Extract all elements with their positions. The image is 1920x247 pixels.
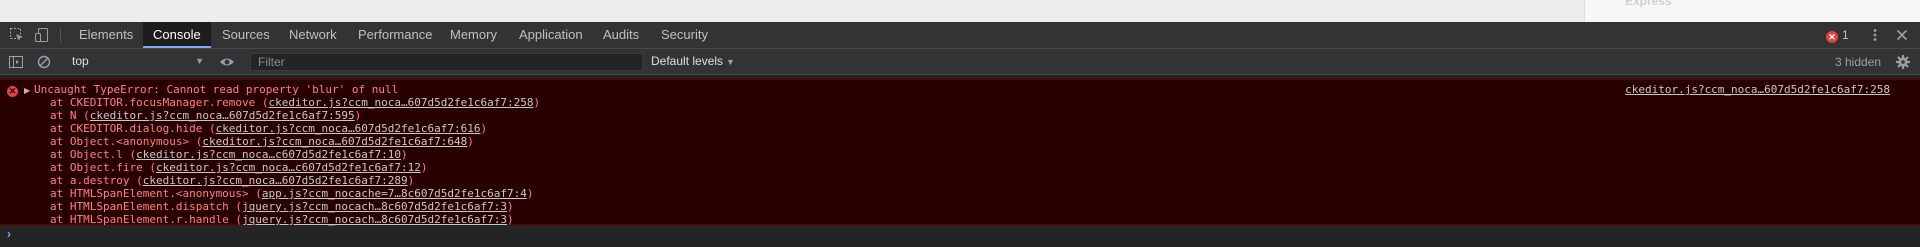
tab-sources[interactable]: Sources	[212, 22, 280, 48]
tab-audits[interactable]: Audits	[593, 22, 649, 48]
context-selector[interactable]: top ▼	[66, 52, 204, 71]
tab-security[interactable]: Security	[651, 22, 718, 48]
stack-frame: at N (ckeditor.js?ccm_noca…607d5d2fe1c6a…	[50, 109, 540, 122]
tab-elements[interactable]: Elements	[69, 22, 143, 48]
stack-frame-function: at HTMLSpanElement.<anonymous> (	[50, 187, 262, 200]
console-input[interactable]	[22, 226, 1902, 242]
console-toolbar: top ▼ Default levels▼ 3 hidden	[0, 49, 1920, 75]
stack-frame-link[interactable]: ckeditor.js?ccm_noca…607d5d2fe1c6af7:648	[202, 135, 467, 148]
stack-frame: at a.destroy (ckeditor.js?ccm_noca…607d5…	[50, 174, 540, 187]
page-behind-devtools: Express	[0, 0, 1920, 22]
stack-frame-function: at CKEDITOR.dialog.hide (	[50, 122, 216, 135]
stack-frame-function: at HTMLSpanElement.dispatch (	[50, 200, 243, 213]
error-message-text: Uncaught TypeError: Cannot read property…	[34, 83, 399, 96]
stack-frame-link[interactable]: ckeditor.js?ccm_noca…607d5d2fe1c6af7:616	[216, 122, 481, 135]
expand-triangle-icon[interactable]: ▶	[24, 84, 30, 97]
console-error-message: ✕ ▶ Uncaught TypeError: Cannot read prop…	[0, 79, 1920, 226]
error-count-badge[interactable]: ✕ 1	[1826, 28, 1849, 43]
stack-frame-function: at Object.l (	[50, 148, 137, 161]
stack-frame-function: at CKEDITOR.focusManager.remove (	[50, 96, 269, 109]
stack-frame: at HTMLSpanElement.dispatch (jquery.js?c…	[50, 200, 540, 213]
error-count-value: 1	[1842, 28, 1849, 42]
tab-network[interactable]: Network	[279, 22, 347, 48]
error-icon: ✕	[7, 86, 18, 97]
stack-frame-function: at Object.<anonymous> (	[50, 135, 203, 148]
stack-frame-function: at HTMLSpanElement.r.handle (	[50, 213, 243, 226]
stack-frame-link[interactable]: ckeditor.js?ccm_noca…607d5d2fe1c6af7:289	[143, 174, 408, 187]
hidden-messages-count: 3 hidden	[1835, 55, 1882, 69]
clear-console-icon[interactable]	[36, 54, 52, 70]
error-source-link[interactable]: ckeditor.js?ccm_noca…607d5d2fe1c6af7:258	[1625, 83, 1890, 96]
device-toolbar-icon[interactable]	[34, 27, 50, 43]
stack-frame: at Object.l (ckeditor.js?ccm_noca…c607d5…	[50, 148, 540, 161]
tab-memory[interactable]: Memory	[440, 22, 507, 48]
stack-frame: at CKEDITOR.focusManager.remove (ckedito…	[50, 96, 540, 109]
stack-frame: at HTMLSpanElement.<anonymous> (app.js?c…	[50, 187, 540, 200]
kebab-menu-icon[interactable]	[1867, 27, 1883, 43]
stack-frame-end: )	[467, 135, 474, 148]
stack-frame-end: )	[506, 200, 514, 213]
stack-frame-end: )	[407, 174, 415, 187]
stack-frame-link[interactable]: jquery.js?ccm_nocach…8c607d5d2fe1c6af7:3	[242, 213, 507, 226]
chevron-down-icon: ▼	[195, 56, 204, 66]
stack-frame-end: )	[354, 109, 362, 122]
error-icon: ✕	[1826, 31, 1838, 43]
stack-frame-end: )	[420, 161, 428, 174]
stack-frame-function: at a.destroy (	[50, 174, 143, 187]
close-icon[interactable]	[1894, 27, 1910, 43]
live-expression-eye-icon[interactable]	[219, 54, 235, 70]
stack-frame-link[interactable]: ckeditor.js?ccm_noca…c607d5d2fe1c6af7:12	[156, 161, 421, 174]
log-levels-label: Default levels	[651, 54, 724, 68]
stack-frame: at HTMLSpanElement.r.handle (jquery.js?c…	[50, 213, 540, 226]
console-prompt-chevron-icon: ›	[7, 227, 11, 241]
tab-application[interactable]: Application	[509, 22, 593, 48]
stack-trace: at CKEDITOR.focusManager.remove (ckedito…	[50, 96, 540, 226]
stack-frame-link[interactable]: jquery.js?ccm_nocach…8c607d5d2fe1c6af7:3	[242, 200, 507, 213]
console-output: ✕ ▶ Uncaught TypeError: Cannot read prop…	[0, 75, 1920, 247]
chevron-down-icon: ▼	[726, 57, 735, 67]
tab-performance[interactable]: Performance	[348, 22, 442, 48]
toolbar-divider	[60, 28, 61, 43]
stack-frame-end: )	[401, 148, 408, 161]
stack-frame-link[interactable]: ckeditor.js?ccm_noca…607d5d2fe1c6af7:258	[269, 96, 534, 109]
stack-frame-link[interactable]: ckeditor.js?ccm_noca…c607d5d2fe1c6af7:10	[136, 148, 401, 161]
context-value: top	[72, 54, 89, 68]
show-sidebar-icon[interactable]	[8, 54, 24, 70]
stack-frame-function: at N (	[50, 109, 90, 122]
log-levels-dropdown[interactable]: Default levels ▼	[651, 53, 735, 71]
stack-frame: at Object.<anonymous> (ckeditor.js?ccm_n…	[50, 135, 540, 148]
stack-frame-link[interactable]: ckeditor.js?ccm_noca…607d5d2fe1c6af7:595	[90, 109, 355, 122]
stack-frame: at CKEDITOR.dialog.hide (ckeditor.js?ccm…	[50, 122, 540, 135]
stack-frame-end: )	[526, 187, 534, 200]
filter-input[interactable]	[250, 53, 643, 71]
tab-console[interactable]: Console	[143, 22, 211, 48]
stack-frame-end: )	[480, 122, 488, 135]
stack-frame-function: at Object.fire (	[50, 161, 156, 174]
stack-frame-end: )	[533, 96, 541, 109]
stack-frame: at Object.fire (ckeditor.js?ccm_noca…c60…	[50, 161, 540, 174]
settings-gear-icon[interactable]	[1895, 54, 1911, 70]
inspect-element-icon[interactable]	[9, 27, 25, 43]
devtools-tabbar: Elements Console Sources Network Perform…	[0, 22, 1920, 49]
stack-frame-end: )	[506, 213, 514, 226]
stack-frame-link[interactable]: app.js?ccm_nocache=7…8c607d5d2fe1c6af7:4	[262, 187, 527, 200]
page-side-text: Express	[1625, 0, 1672, 8]
